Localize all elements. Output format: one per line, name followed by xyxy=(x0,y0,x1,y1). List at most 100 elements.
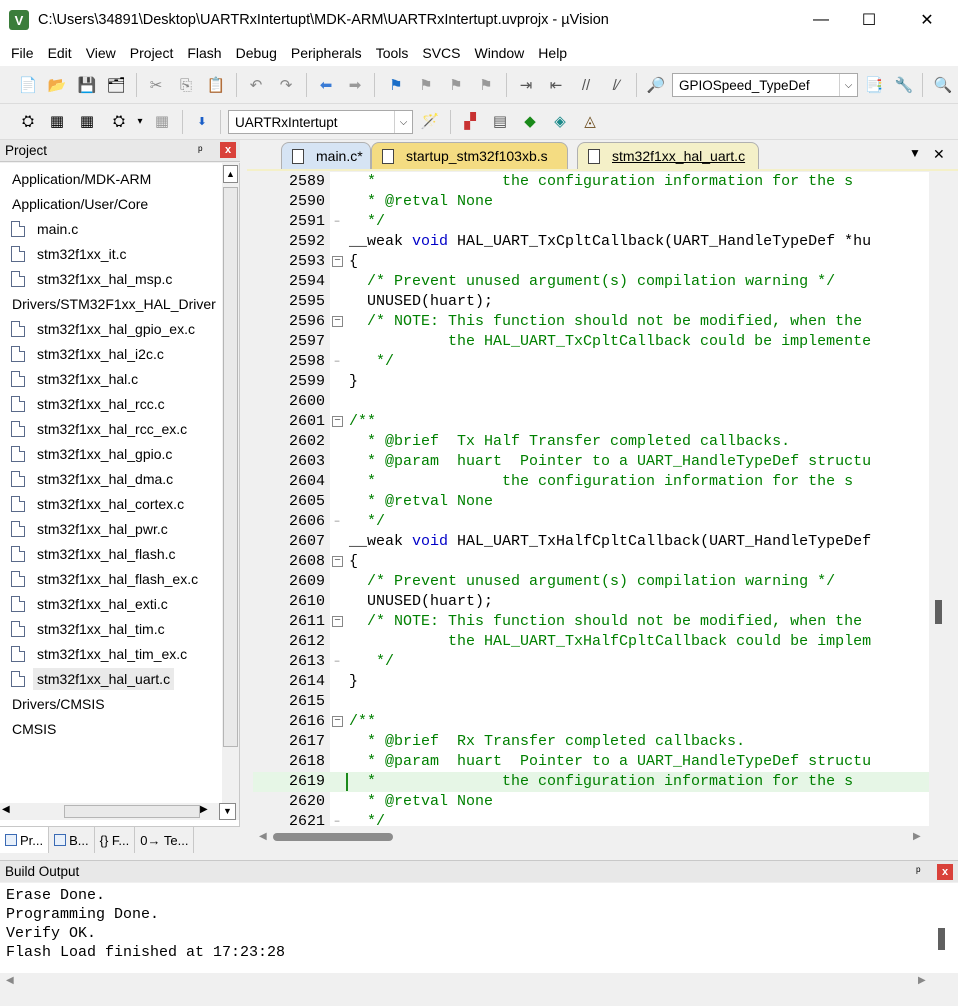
tree-file[interactable]: stm32f1xx_hal_tim_ex.c xyxy=(0,641,187,666)
panel-tab-0[interactable]: Pr... xyxy=(0,827,50,853)
save-all-icon[interactable]: 🗂 xyxy=(106,75,126,95)
pin-icon[interactable]: ᵖ xyxy=(198,143,203,157)
menu-window[interactable]: Window xyxy=(468,45,532,61)
open-folder-icon[interactable]: 📂 xyxy=(47,75,67,95)
find-in-files-icon[interactable]: 🔎 xyxy=(646,75,666,95)
minimize-button[interactable]: — xyxy=(798,0,844,40)
select-software-packs-icon[interactable]: ◬ xyxy=(580,111,600,131)
tree-folder[interactable]: Drivers/CMSIS xyxy=(0,691,105,716)
fold-toggle-icon[interactable]: − xyxy=(332,316,343,327)
save-icon[interactable]: 💾 xyxy=(77,75,97,95)
tree-file[interactable]: stm32f1xx_hal_dma.c xyxy=(0,466,173,491)
cut-icon[interactable]: ✂ xyxy=(146,75,166,95)
batch-build-icon[interactable]: ⛭ xyxy=(109,111,129,131)
scroll-thumb[interactable] xyxy=(64,805,200,818)
build-output-hscroll[interactable]: ◀ ▶ xyxy=(0,973,958,991)
build-output-text[interactable]: Erase Done. Programming Done. Verify OK. Fl… xyxy=(0,883,958,973)
tab-hal-uart-c[interactable]: stm32f1xx_hal_uart.c xyxy=(577,142,759,169)
close-tab-icon[interactable]: ✕ xyxy=(933,146,945,163)
target-options-icon[interactable]: 🪄 xyxy=(420,111,440,131)
tree-file[interactable]: stm32f1xx_hal.c xyxy=(0,366,138,391)
translate-icon[interactable]: ⛭ xyxy=(18,111,38,131)
tree-file[interactable]: stm32f1xx_it.c xyxy=(0,241,126,266)
menu-file[interactable]: File xyxy=(4,45,41,61)
paste-icon[interactable]: 📋 xyxy=(206,75,226,95)
project-tree-hscroll[interactable]: ◀ ▶ ▼ xyxy=(0,803,239,820)
menu-tools[interactable]: Tools xyxy=(369,45,416,61)
tab-startup-s[interactable]: startup_stm32f103xb.s xyxy=(371,142,568,169)
close-build-output-button[interactable]: x xyxy=(937,864,953,880)
scroll-right-arrow-icon[interactable]: ▶ xyxy=(913,831,921,842)
scroll-thumb[interactable] xyxy=(223,187,238,747)
debug-session-icon[interactable]: 🔧 xyxy=(894,75,914,95)
manage-components-icon[interactable]: ▤ xyxy=(490,111,510,131)
tab-main-c[interactable]: main.c* xyxy=(281,142,371,169)
scroll-left-arrow-icon[interactable]: ◀ xyxy=(259,831,267,842)
editor-vscroll[interactable] xyxy=(930,172,947,826)
fold-toggle-icon[interactable]: − xyxy=(332,256,343,267)
stop-build-icon[interactable]: ▦ xyxy=(152,111,172,131)
scroll-left-arrow-icon[interactable]: ◀ xyxy=(6,975,14,986)
tree-file[interactable]: stm32f1xx_hal_flash.c xyxy=(0,541,176,566)
code-editor[interactable]: 2589 * the configuration information for… xyxy=(253,172,929,826)
build-icon[interactable]: ▦ xyxy=(47,111,67,131)
tree-file[interactable]: stm32f1xx_hal_msp.c xyxy=(0,266,172,291)
tree-file[interactable]: stm32f1xx_hal_flash_ex.c xyxy=(0,566,198,591)
maximize-button[interactable]: ☐ xyxy=(846,0,892,40)
tree-file[interactable]: stm32f1xx_hal_exti.c xyxy=(0,591,168,616)
navigate-forward-icon[interactable]: ➡ xyxy=(345,75,365,95)
find-combo[interactable]: GPIOSpeed_TypeDef ⌵ xyxy=(672,73,858,97)
scroll-thumb[interactable] xyxy=(938,928,945,950)
scroll-right-arrow-icon[interactable]: ▶ xyxy=(918,975,926,986)
redo-icon[interactable]: ↷ xyxy=(276,75,296,95)
tree-file[interactable]: stm32f1xx_hal_tim.c xyxy=(0,616,165,641)
tree-file[interactable]: stm32f1xx_hal_gpio_ex.c xyxy=(0,316,195,341)
new-file-icon[interactable]: 📄 xyxy=(18,75,38,95)
menu-debug[interactable]: Debug xyxy=(229,45,284,61)
tree-file[interactable]: stm32f1xx_hal_pwr.c xyxy=(0,516,168,541)
close-project-panel-button[interactable]: x xyxy=(220,142,236,158)
chevron-down-icon[interactable]: ⌵ xyxy=(394,111,412,133)
clear-bookmarks-icon[interactable]: ⚑ xyxy=(476,75,496,95)
fold-toggle-icon[interactable]: − xyxy=(332,556,343,567)
chevron-down-icon[interactable]: ⌵ xyxy=(839,74,857,96)
menu-help[interactable]: Help xyxy=(531,45,574,61)
menu-project[interactable]: Project xyxy=(123,45,181,61)
scroll-down-arrow-icon[interactable]: ▼ xyxy=(219,803,236,820)
pack-installer-icon[interactable]: ◈ xyxy=(550,111,570,131)
tree-file[interactable]: stm32f1xx_hal_rcc.c xyxy=(0,391,165,416)
panel-tab-3[interactable]: 0→ Te... xyxy=(135,827,195,853)
download-load-icon[interactable]: ⬇ xyxy=(192,111,212,131)
panel-tab-1[interactable]: B... xyxy=(49,827,95,853)
menu-svcs[interactable]: SVCS xyxy=(415,45,467,61)
project-tree-vscroll[interactable]: ▲ xyxy=(222,163,239,803)
tree-file[interactable]: main.c xyxy=(0,216,78,241)
undo-icon[interactable]: ↶ xyxy=(246,75,266,95)
scroll-right-arrow-icon[interactable]: ▶ xyxy=(200,804,208,815)
pin-icon[interactable]: ᵖ xyxy=(916,864,921,878)
panel-tab-2[interactable]: {} F... xyxy=(95,827,136,853)
close-window-button[interactable]: ✕ xyxy=(904,0,950,40)
tree-file[interactable]: stm32f1xx_hal_cortex.c xyxy=(0,491,184,516)
rebuild-icon[interactable]: ▦ xyxy=(77,111,97,131)
tree-folder[interactable]: Application/User/Core xyxy=(0,191,148,216)
comment-icon[interactable]: // xyxy=(576,75,596,95)
uncomment-icon[interactable]: /∕ xyxy=(606,75,626,95)
tab-list-dropdown-icon[interactable]: ▼ xyxy=(909,146,921,160)
fold-toggle-icon[interactable]: − xyxy=(332,716,343,727)
scroll-thumb[interactable] xyxy=(273,833,393,841)
prev-bookmark-icon[interactable]: ⚑ xyxy=(416,75,436,95)
menu-edit[interactable]: Edit xyxy=(41,45,79,61)
unindent-icon[interactable]: ⇤ xyxy=(546,75,566,95)
tree-file[interactable]: stm32f1xx_hal_i2c.c xyxy=(0,341,164,366)
scroll-thumb[interactable] xyxy=(935,600,942,624)
tree-file[interactable]: stm32f1xx_hal_rcc_ex.c xyxy=(0,416,187,441)
menu-view[interactable]: View xyxy=(79,45,123,61)
zoom-icon[interactable]: 🔍 xyxy=(933,75,953,95)
tree-folder[interactable]: CMSIS xyxy=(0,716,56,741)
editor-hscroll[interactable]: ◀ ▶ xyxy=(253,828,929,846)
run-time-environment-icon[interactable]: ◆ xyxy=(520,111,540,131)
tree-folder[interactable]: Application/MDK-ARM xyxy=(0,166,151,191)
fold-toggle-icon[interactable]: − xyxy=(332,616,343,627)
copy-icon[interactable]: ⎘ xyxy=(176,75,196,95)
